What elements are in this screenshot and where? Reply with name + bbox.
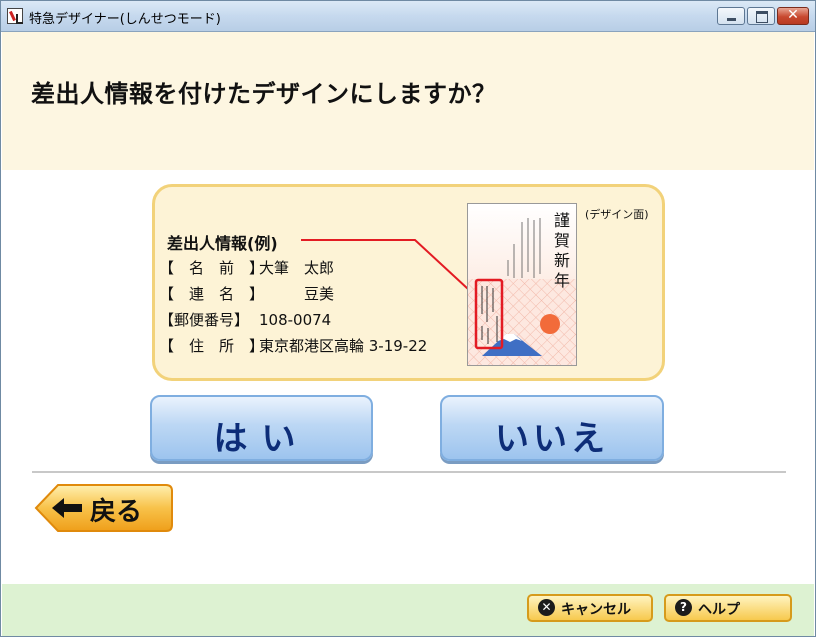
back-button-label: 戻る	[90, 497, 143, 527]
app-window: 特急デザイナー(しんせつモード) ✕ 差出人情報を付けたデザインにしますか？ 差…	[0, 0, 816, 637]
back-button[interactable]: 戻る	[34, 482, 174, 534]
yes-button[interactable]: はい	[150, 395, 373, 461]
yes-button-label: はい	[213, 419, 310, 459]
cancel-button[interactable]: ✕ キャンセル	[527, 594, 653, 622]
divider	[32, 471, 786, 473]
callout-line	[301, 239, 482, 302]
no-button[interactable]: いいえ	[440, 395, 664, 461]
design-side-label: (デザイン面)	[585, 208, 649, 221]
cancel-icon: ✕	[538, 599, 555, 616]
cancel-button-label: キャンセル	[561, 602, 631, 618]
new-year-card-preview: 謹賀新年	[467, 203, 577, 366]
help-button-label: ヘルプ	[698, 602, 740, 618]
card-greeting: 謹賀新年	[554, 211, 570, 290]
help-button[interactable]: ? ヘルプ	[664, 594, 792, 622]
no-button-label: いいえ	[495, 419, 609, 459]
help-icon: ?	[675, 599, 692, 616]
